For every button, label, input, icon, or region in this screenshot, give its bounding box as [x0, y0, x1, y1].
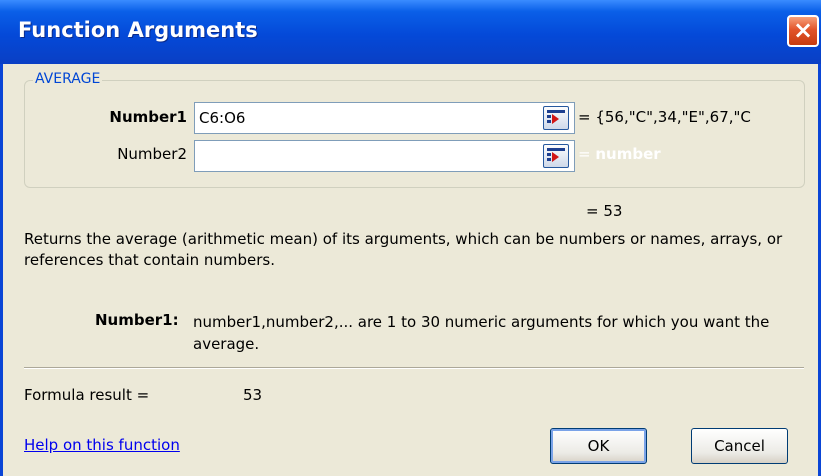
cancel-button[interactable]: Cancel [691, 428, 788, 464]
dialog-title: Function Arguments [18, 18, 258, 42]
number1-value-preview: = {56,"C",34,"E",67,"C [578, 108, 751, 126]
title-bar[interactable]: Function Arguments × [0, 0, 821, 64]
close-button[interactable]: × [787, 15, 819, 47]
equals-sign: = [578, 145, 591, 163]
number1-label: Number1 [109, 108, 187, 126]
function-arguments-dialog: Function Arguments × AVERAGE Number1 = {… [0, 0, 821, 476]
section-divider [24, 367, 804, 369]
function-description: Returns the average (arithmetic mean) of… [24, 230, 783, 269]
ok-button[interactable]: OK [550, 428, 647, 464]
formula-result-value: 53 [243, 386, 263, 404]
number2-input[interactable] [194, 140, 575, 172]
function-arguments-group: AVERAGE Number1 = {56,"C",34,"E",67,"C N… [24, 71, 805, 188]
formula-result-label: Formula result = [24, 386, 150, 404]
function-name: AVERAGE [33, 71, 103, 87]
dialog-body: AVERAGE Number1 = {56,"C",34,"E",67,"C N… [3, 64, 818, 476]
close-icon: × [792, 16, 814, 44]
number2-type-hint: number [595, 145, 661, 163]
number2-collapse-button[interactable] [543, 144, 569, 168]
number1-collapse-button[interactable] [543, 106, 569, 130]
computed-value: = 53 [586, 202, 623, 220]
argument-help-text: number1,number2,... are 1 to 30 numeric … [193, 313, 770, 353]
number2-value-preview: = number [578, 145, 802, 163]
help-on-function-link[interactable]: Help on this function [24, 436, 180, 454]
argument-help-label: Number1: [95, 311, 179, 329]
number1-input[interactable] [194, 102, 575, 134]
number2-label: Number2 [117, 145, 187, 163]
